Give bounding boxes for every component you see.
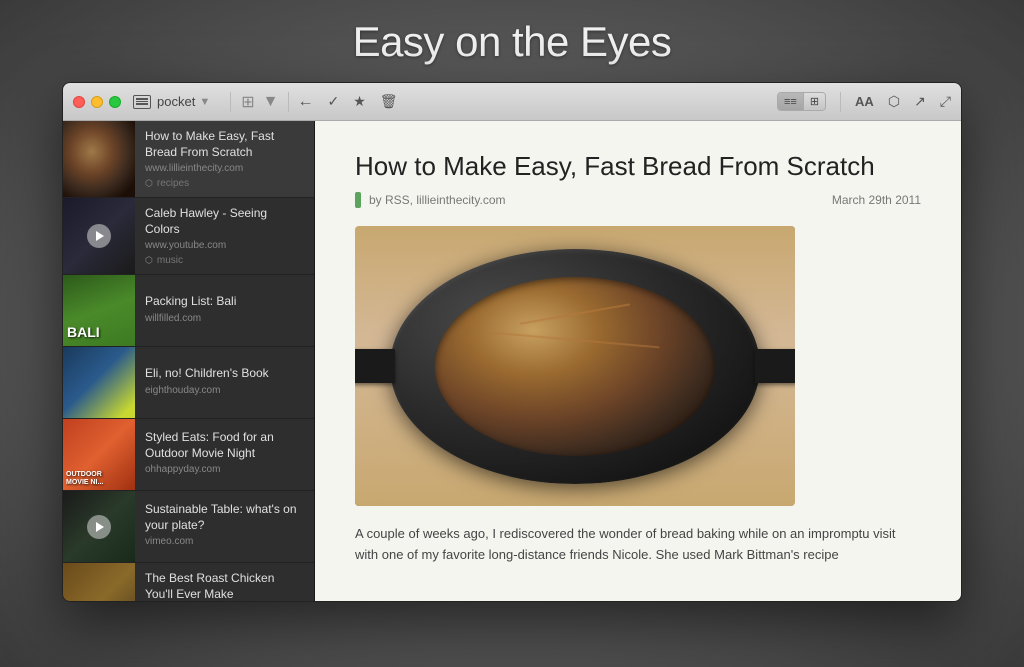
app-icon: [133, 95, 151, 109]
tag-icon: ⬡: [145, 255, 153, 266]
grid-icon[interactable]: ⊞: [241, 92, 254, 112]
item-url: willfilled.com: [145, 313, 304, 324]
item-info: The Best Roast Chicken You'll Ever Make …: [135, 563, 314, 601]
meta-color-bar: [355, 192, 361, 208]
article-body: A couple of weeks ago, I rediscovered th…: [355, 524, 921, 566]
thumbnail: [63, 121, 135, 197]
item-tag: ⬡ music: [145, 255, 304, 266]
item-info: Eli, no! Children's Book eighthouday.com: [135, 347, 314, 418]
main-content: How to Make Easy, Fast Bread From Scratc…: [63, 121, 961, 601]
toolbar-right: ≡≡ ⊞ AA ⬡ ↗ ⤢: [777, 92, 951, 112]
article-pane: How to Make Easy, Fast Bread From Scratc…: [315, 121, 961, 601]
list-item[interactable]: Eli, no! Children's Book eighthouday.com: [63, 347, 314, 419]
thumbnail: OUTDOORMOVIE NI...: [63, 419, 135, 490]
app-window: pocket ▼ ⊞ ▼ ← ✓ ★ 🗑 ≡≡ ⊞ AA ⬡ ↗ ⤢: [62, 82, 962, 602]
item-title: Styled Eats: Food for an Outdoor Movie N…: [145, 430, 304, 461]
item-info: How to Make Easy, Fast Bread From Scratc…: [135, 121, 314, 197]
check-button[interactable]: ✓: [327, 93, 339, 110]
article-meta: by RSS, lillieinthecity.com March 29th 2…: [355, 192, 921, 208]
item-info: Caleb Hawley - Seeing Colors www.youtube…: [135, 198, 314, 274]
item-info: Packing List: Bali willfilled.com: [135, 275, 314, 346]
item-url: eighthouday.com: [145, 385, 304, 396]
item-title: The Best Roast Chicken You'll Ever Make: [145, 571, 304, 601]
item-title: Sustainable Table: what's on your plate?: [145, 502, 304, 533]
item-title: Caleb Hawley - Seeing Colors: [145, 206, 304, 237]
item-info: Styled Eats: Food for an Outdoor Movie N…: [135, 419, 314, 490]
list-view-button[interactable]: ≡≡: [778, 93, 804, 110]
list-item[interactable]: Caleb Hawley - Seeing Colors www.youtube…: [63, 198, 314, 275]
title-bar: pocket ▼ ⊞ ▼ ← ✓ ★ 🗑 ≡≡ ⊞ AA ⬡ ↗ ⤢: [63, 83, 961, 121]
item-title: How to Make Easy, Fast Bread From Scratc…: [145, 129, 304, 160]
article-source: by RSS, lillieinthecity.com: [369, 193, 506, 207]
play-icon: [87, 515, 111, 539]
thumbnail: [63, 198, 135, 274]
back-button[interactable]: ←: [297, 93, 313, 111]
down-icon[interactable]: ▼: [263, 93, 279, 111]
thumbnail: [63, 563, 135, 601]
list-item[interactable]: The Best Roast Chicken You'll Ever Make …: [63, 563, 314, 601]
maximize-button[interactable]: [109, 96, 121, 108]
star-button[interactable]: ★: [353, 93, 366, 110]
font-size-button[interactable]: AA: [855, 94, 874, 109]
article-date: March 29th 2011: [832, 193, 921, 207]
page-title: Easy on the Eyes: [353, 18, 672, 66]
sidebar: How to Make Easy, Fast Bread From Scratc…: [63, 121, 315, 601]
divider-2: [288, 92, 289, 112]
grid-view-button[interactable]: ⊞: [804, 93, 825, 110]
list-item[interactable]: BALI Packing List: Bali willfilled.com: [63, 275, 314, 347]
play-icon-overlay: [87, 224, 111, 248]
list-item[interactable]: How to Make Easy, Fast Bread From Scratc…: [63, 121, 314, 198]
share-button[interactable]: ↗: [914, 93, 926, 110]
tag-icon: ⬡: [145, 178, 153, 189]
outdoor-label: OUTDOORMOVIE NI...: [66, 471, 103, 486]
item-title: Packing List: Bali: [145, 294, 304, 310]
list-item[interactable]: OUTDOORMOVIE NI... Styled Eats: Food for…: [63, 419, 314, 491]
thumbnail: BALI: [63, 275, 135, 346]
view-toggle: ≡≡ ⊞: [777, 92, 826, 111]
bali-label: BALI: [67, 324, 100, 340]
thumbnail: [63, 491, 135, 562]
article-image: [355, 226, 795, 506]
list-item[interactable]: Sustainable Table: what's on your plate?…: [63, 491, 314, 563]
item-url: ohhappyday.com: [145, 464, 304, 475]
tag-button[interactable]: ⬡: [888, 93, 900, 110]
item-tag: ⬡ recipes: [145, 178, 304, 189]
minimize-button[interactable]: [91, 96, 103, 108]
divider-3: [840, 92, 841, 112]
app-name: pocket ▼: [133, 94, 210, 109]
trash-button[interactable]: 🗑: [380, 93, 398, 110]
divider-1: [230, 92, 231, 112]
fullscreen-button[interactable]: ⤢: [940, 93, 951, 110]
close-button[interactable]: [73, 96, 85, 108]
item-title: Eli, no! Children's Book: [145, 366, 304, 382]
nav-bar: ← ✓ ★ 🗑: [297, 93, 397, 111]
article-title: How to Make Easy, Fast Bread From Scratc…: [355, 151, 921, 182]
thumbnail: [63, 347, 135, 418]
item-url: www.youtube.com: [145, 240, 304, 251]
window-controls: [73, 96, 121, 108]
item-url: vimeo.com: [145, 536, 304, 547]
item-info: Sustainable Table: what's on your plate?…: [135, 491, 314, 562]
item-url: www.lillieinthecity.com: [145, 163, 304, 174]
